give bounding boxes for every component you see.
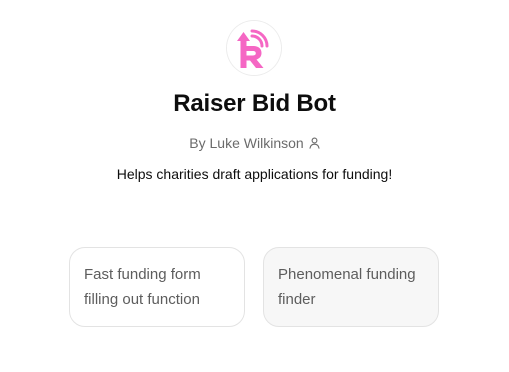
bot-avatar — [227, 21, 281, 75]
bot-description: Helps charities draft applications for f… — [116, 166, 393, 182]
conversation-starter-button[interactable]: Phenomenal funding finder — [263, 247, 439, 327]
conversation-starter-button[interactable]: Fast funding form filling out function — [69, 247, 245, 327]
raiser-logo-icon — [227, 21, 281, 75]
author-name: By Luke Wilkinson — [189, 135, 304, 151]
starter-label: Fast funding form filling out function — [84, 266, 201, 308]
person-icon — [309, 136, 320, 152]
gpt-landing: Raiser Bid Bot By Luke Wilkinson Helps c… — [0, 0, 509, 372]
bot-name: Raiser Bid Bot — [173, 90, 336, 117]
author-line: By Luke Wilkinson — [0, 135, 509, 152]
starter-label: Phenomenal funding finder — [278, 266, 416, 308]
